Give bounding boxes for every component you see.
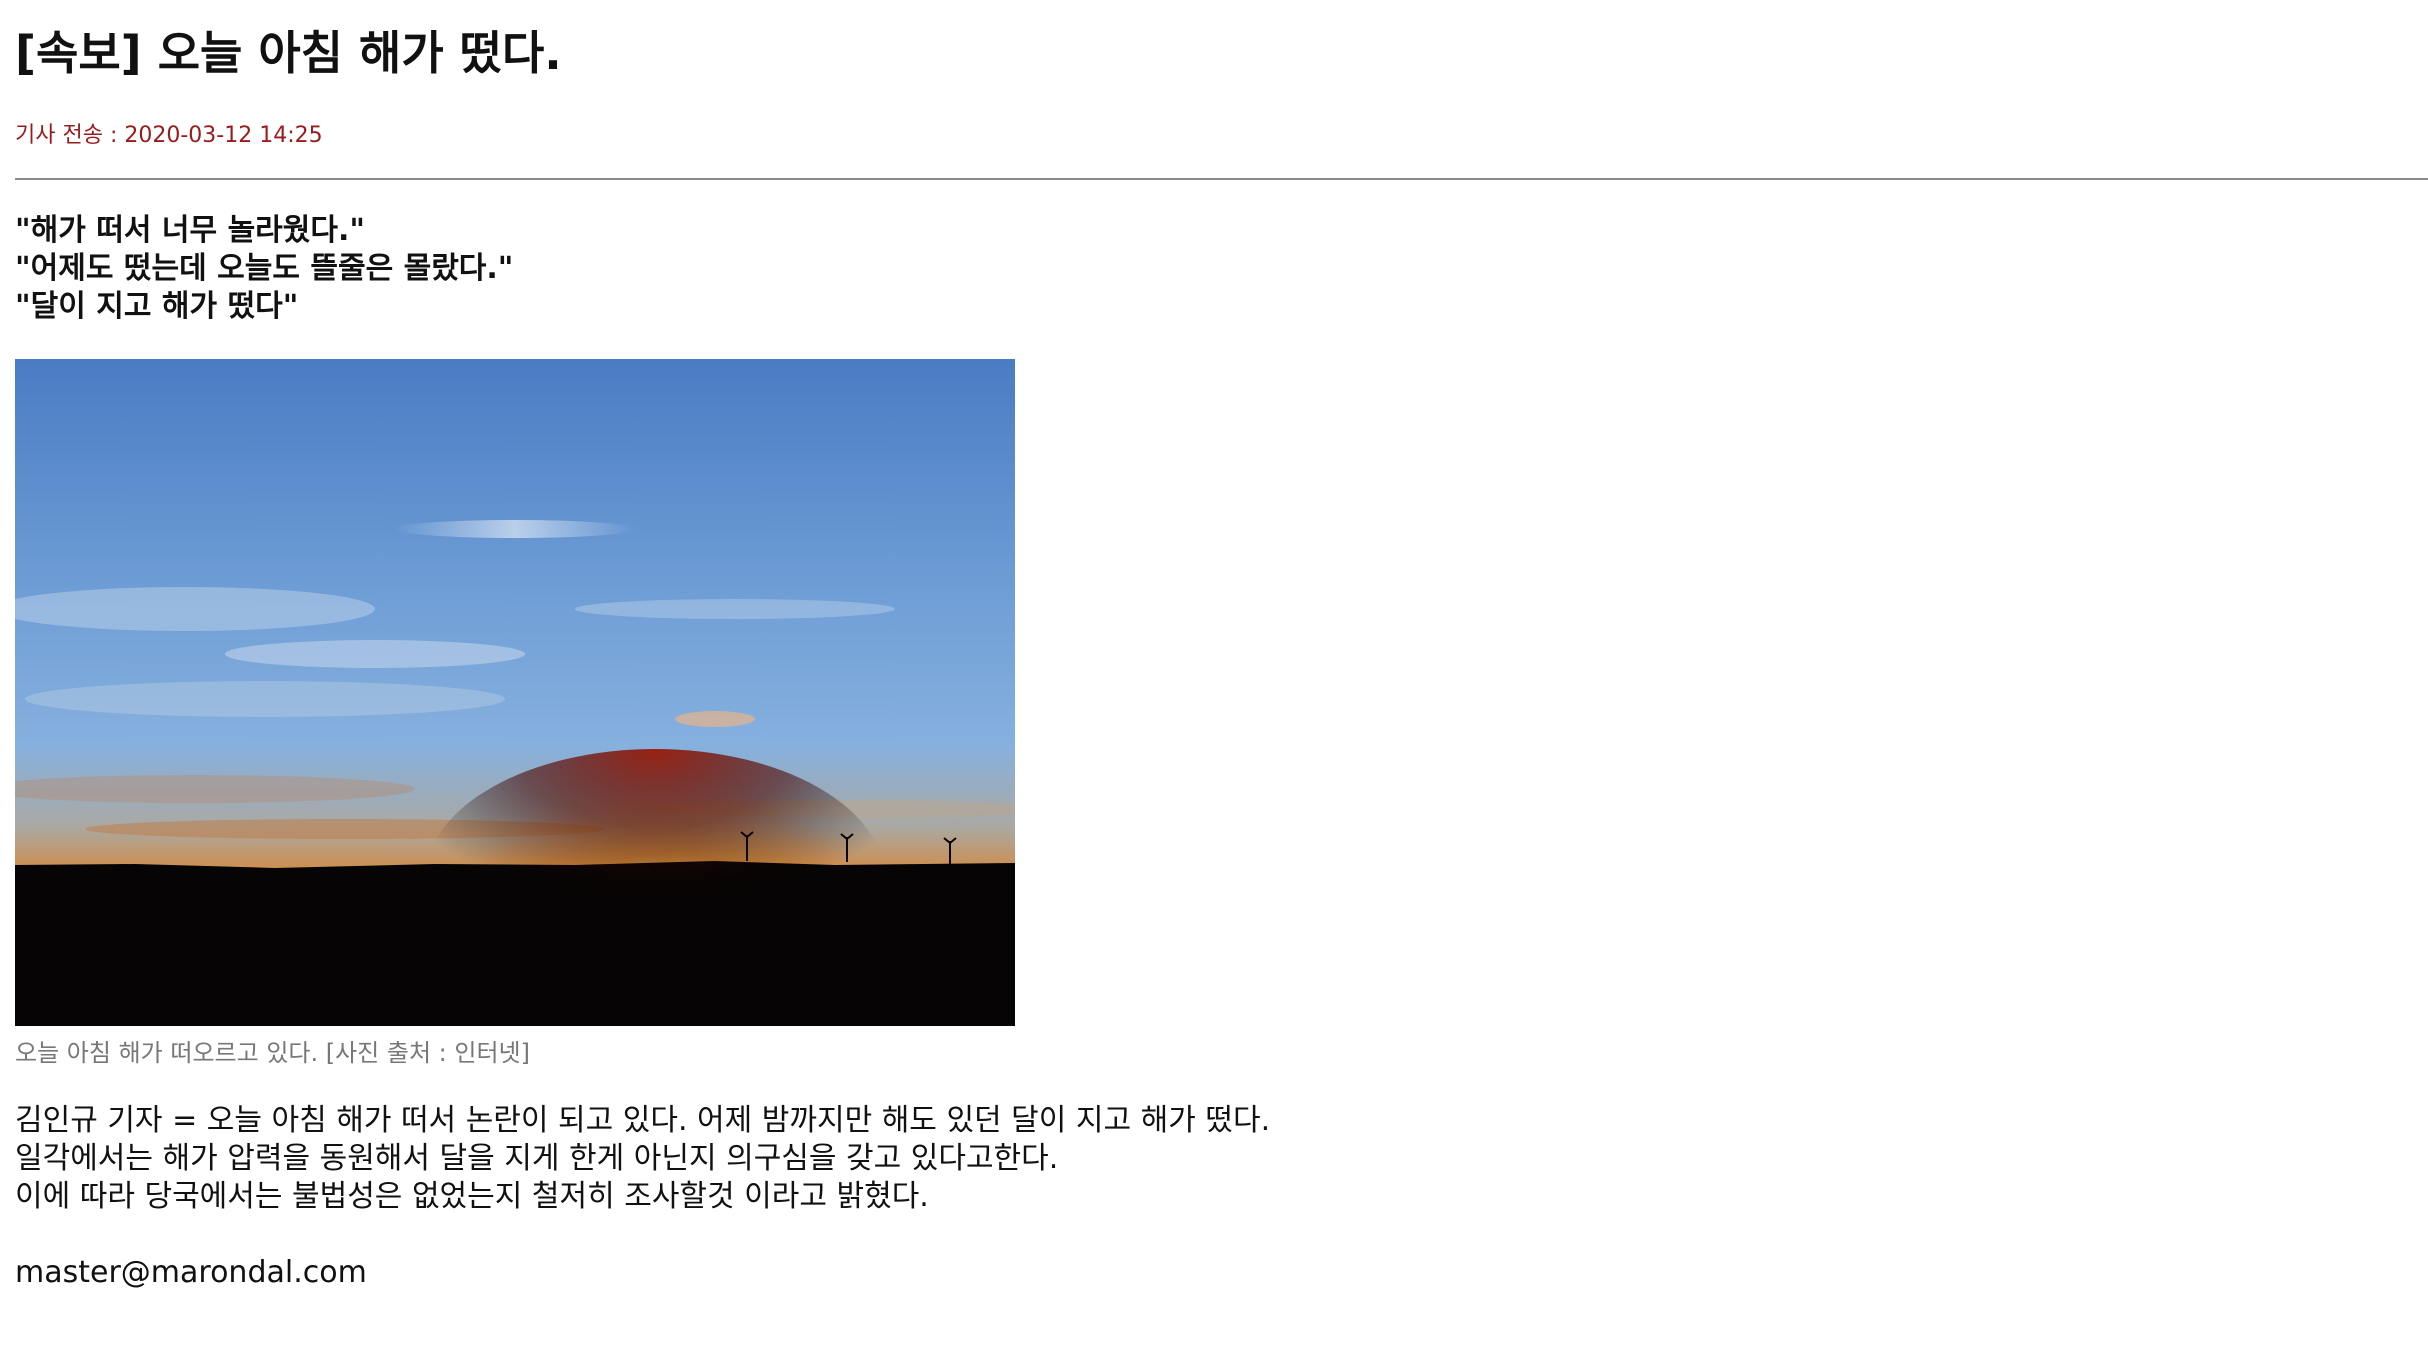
body-paragraph: 김인규 기자 = 오늘 아침 해가 떠서 논란이 되고 있다. 어제 밤까지만 … [15, 1103, 1271, 1138]
sunrise-image [15, 359, 1015, 1026]
quote-line: "어제도 떴는데 오늘도 뜰줄은 몰랐다." [15, 251, 514, 286]
quote-line: "달이 지고 해가 떴다" [15, 289, 299, 324]
article-quotes: "해가 떠서 너무 놀라웠다." "어제도 떴는데 오늘도 뜰줄은 몰랐다." … [15, 212, 513, 326]
sunrise-photo [15, 359, 1015, 1026]
body-paragraph: 일각에서는 해가 압력을 동원해서 달을 지게 한게 아닌지 의구심을 갖고 있… [15, 1141, 1059, 1176]
photo-caption: 오늘 아침 해가 떠오르고 있다. [사진 출처 : 인터넷] [15, 1039, 530, 1067]
article-body: 김인규 기자 = 오늘 아침 해가 떠서 논란이 되고 있다. 어제 밤까지만 … [15, 1102, 1270, 1216]
body-paragraph: 이에 따라 당국에서는 불법성은 없었는지 철저히 조사할것 이라고 밝혔다. [15, 1179, 929, 1214]
quote-line: "해가 떠서 너무 놀라웠다." [15, 213, 365, 248]
news-article: [속보] 오늘 아침 해가 떴다. 기사 전송 : 2020-03-12 14:… [0, 0, 2428, 1346]
header-divider [15, 178, 2428, 180]
article-headline: [속보] 오늘 아침 해가 떴다. [15, 26, 562, 80]
reporter-email: master@marondal.com [15, 1255, 367, 1290]
article-dateline: 기사 전송 : 2020-03-12 14:25 [15, 123, 323, 148]
